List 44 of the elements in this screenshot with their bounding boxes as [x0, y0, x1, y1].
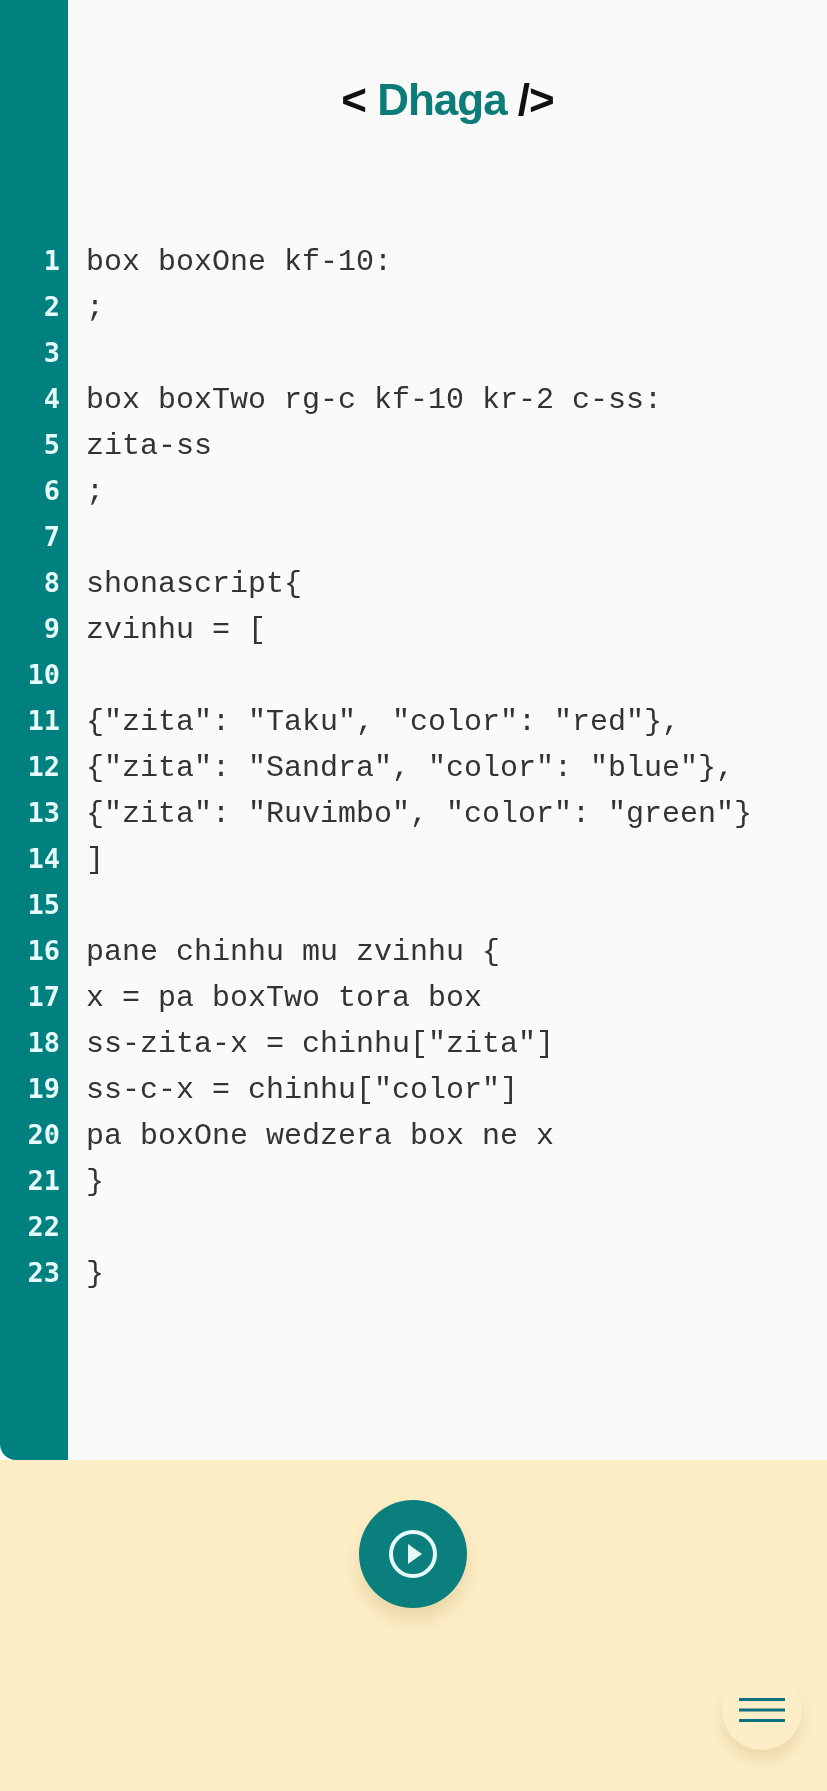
line-number: 15 [26, 889, 61, 922]
code-line: pa boxOne wedzera box ne x [86, 1119, 555, 1153]
line-number: 12 [26, 751, 61, 784]
code-line: box boxOne kf-10: [86, 245, 393, 279]
code-line: pane chinhu mu zvinhu { [86, 935, 501, 969]
code-line: ; [86, 475, 104, 509]
code-line: {"zita": "Sandra", "color": "blue"}, [86, 751, 735, 785]
line-number: 14 [26, 843, 61, 876]
line-number: 10 [26, 659, 61, 692]
play-icon [387, 1528, 439, 1580]
app-title: < Dhaga /> [341, 75, 554, 125]
code-line: zvinhu = [ [86, 613, 267, 647]
line-number: 23 [26, 1257, 61, 1290]
line-number: 8 [42, 567, 61, 600]
line-number: 1 [42, 245, 61, 278]
line-number: 18 [26, 1027, 61, 1060]
line-number: 11 [26, 705, 61, 738]
code-line: box boxTwo rg-c kf-10 kr-2 c-ss: [86, 383, 663, 417]
code-line: shonascript{ [86, 567, 303, 601]
code-line: x = pa boxTwo tora box [86, 981, 483, 1015]
code-line: } [86, 1257, 104, 1291]
line-number: 19 [26, 1073, 61, 1106]
line-number: 16 [26, 935, 61, 968]
line-number: 20 [26, 1119, 61, 1152]
line-number: 22 [26, 1211, 61, 1244]
line-number: 7 [42, 521, 61, 554]
code-line: ; [86, 291, 104, 325]
line-number: 9 [42, 613, 61, 646]
line-number: 3 [42, 337, 61, 370]
line-number: 6 [42, 475, 61, 508]
code-line: ] [86, 843, 104, 877]
code-line: } [86, 1165, 104, 1199]
code-line: ss-c-x = chinhu["color"] [86, 1073, 519, 1107]
line-number: 5 [42, 429, 61, 462]
line-number: 2 [42, 291, 61, 324]
line-number: 17 [26, 981, 61, 1014]
line-number: 21 [26, 1165, 61, 1198]
code-line: {"zita": "Ruvimbo", "color": "green"} [86, 797, 753, 831]
line-number: 13 [26, 797, 61, 830]
code-line: zita-ss [86, 429, 213, 463]
code-line: ss-zita-x = chinhu["zita"] [86, 1027, 555, 1061]
code-line: {"zita": "Taku", "color": "red"}, [86, 705, 681, 739]
menu-icon [739, 1697, 785, 1723]
line-number: 4 [42, 383, 61, 416]
